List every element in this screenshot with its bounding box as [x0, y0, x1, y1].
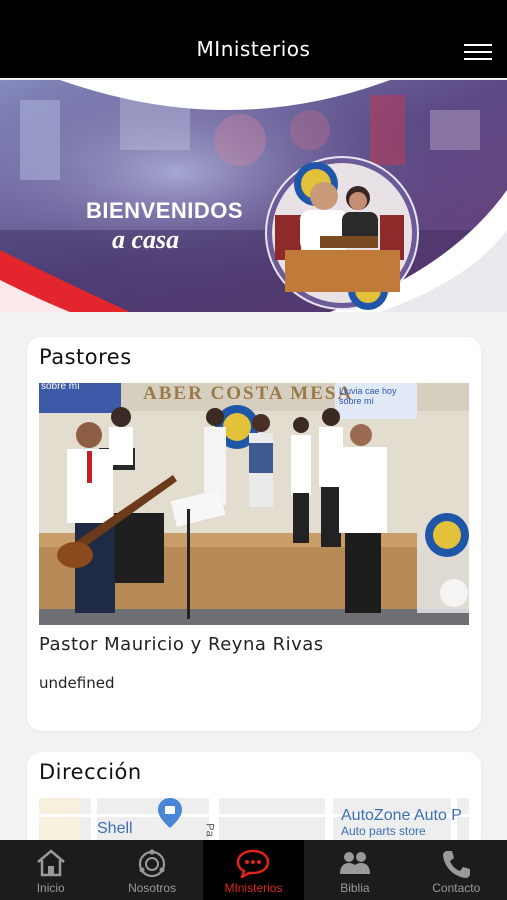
tab-contacto[interactable]: Contacto — [406, 840, 507, 900]
direccion-card[interactable]: Dirección Shell Pa AutoZone Auto P Auto … — [27, 752, 481, 852]
tab-biblia[interactable]: Biblia — [304, 840, 405, 900]
map-pin-icon[interactable] — [157, 798, 183, 828]
photo-sign-left: sobre mí — [41, 383, 80, 392]
tab-label: Inicio — [36, 881, 65, 895]
nosotros-icon — [138, 849, 166, 878]
pastores-heading: Pastores — [39, 345, 132, 369]
tab-inicio[interactable]: Inicio — [0, 840, 101, 900]
people-icon — [339, 852, 370, 874]
pastor-description: undefined — [39, 674, 115, 692]
home-icon — [36, 849, 65, 877]
bottom-tab-bar: Inicio Nosotros MInisterios Biblia Conta… — [0, 840, 507, 900]
direccion-heading: Dirección — [39, 760, 142, 784]
tab-nosotros[interactable]: Nosotros — [101, 840, 202, 900]
banner-artwork — [0, 80, 507, 312]
tab-label: Contacto — [432, 881, 481, 895]
map-label-shell: Shell — [97, 820, 133, 837]
pastores-card[interactable]: Pastores sobre mí ABER COSTA MESA Lluvia… — [27, 337, 481, 731]
tab-label: Nosotros — [128, 881, 177, 895]
welcome-banner: BIENVENIDOS a casa — [0, 80, 507, 312]
map-label-autozone-sub: Auto parts store — [341, 824, 426, 838]
photo-sign-center: ABER COSTA MESA — [143, 383, 354, 404]
tab-ministerios[interactable]: MInisterios — [202, 840, 305, 900]
photo-sign-right: Lluvia cae hoy sobre mí — [339, 386, 397, 406]
banner-subtitle: a casa — [112, 225, 180, 254]
tab-label: Biblia — [340, 881, 370, 895]
tab-label: MInisterios — [224, 881, 283, 895]
worship-photo-art — [39, 383, 469, 625]
phone-icon — [443, 851, 471, 878]
map-label-street: Pa — [203, 823, 216, 837]
page-title: MInisterios — [196, 37, 311, 61]
pastor-name: Pastor Mauricio y Reyna Rivas — [39, 634, 324, 655]
pastores-photo: sobre mí ABER COSTA MESA Lluvia cae hoy … — [39, 383, 469, 625]
app-screen: MInisterios BIENVENIDOS a casa Pastores … — [0, 0, 507, 900]
banner-title: BIENVENIDOS — [86, 198, 244, 223]
chat-icon — [237, 849, 270, 878]
map-label-autozone: AutoZone Auto P — [341, 807, 462, 824]
top-bar: MInisterios — [0, 0, 507, 78]
hamburger-menu-icon[interactable] — [460, 40, 494, 64]
